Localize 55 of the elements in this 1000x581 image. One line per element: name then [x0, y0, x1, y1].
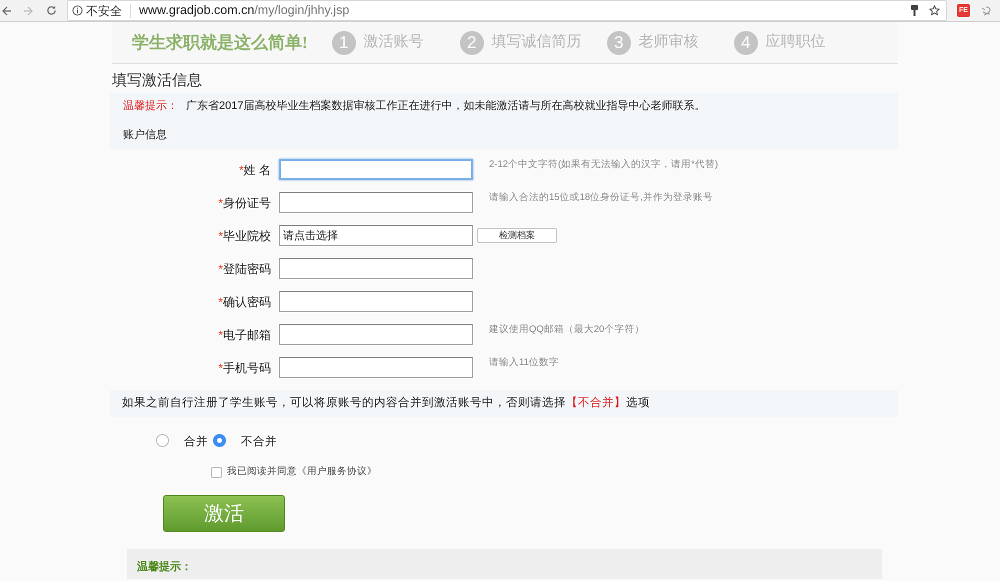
radio-button[interactable]	[156, 434, 169, 446]
field-hint: 请输入合法的15位或18位身份证号,并作为登录账号	[489, 191, 713, 206]
input-field[interactable]	[279, 324, 473, 345]
notice-label: 温馨提示：	[123, 99, 178, 114]
required-mark: *	[218, 228, 223, 244]
reload-icon[interactable]	[46, 5, 57, 16]
step-number: 1	[332, 30, 356, 54]
field-hint: 请输入11位数字	[489, 356, 559, 370]
field-label: 毕业院校	[223, 228, 271, 244]
merge-note: 如果之前自行注册了学生账号，可以将原账号的内容合并到激活账号中，否则请选择【不合并】选项	[122, 395, 650, 411]
step-label: 激活账号	[364, 32, 424, 52]
field-label: 手机号码	[223, 360, 271, 376]
field-hint: 2-12个中文字符(如果有无法输入的汉字，请用*代替)	[489, 158, 718, 172]
radio-label: 合并	[184, 434, 208, 450]
check-archive-button[interactable]: 检测档案	[477, 228, 557, 243]
bottom-notice-label: 温馨提示：	[137, 561, 192, 573]
step-number: 4	[734, 30, 758, 54]
step-label: 应聘职位	[766, 32, 826, 52]
url-text: www.gradjob.com.cn/my/login/jhhy.jsp	[139, 2, 350, 20]
step-label: 老师审核	[638, 32, 699, 52]
radio-label: 不合并	[241, 434, 277, 450]
slogan: 学生求职就是这么简单!	[132, 32, 308, 54]
extension-icon[interactable]	[980, 4, 992, 16]
page-title: 填写激活信息	[112, 72, 203, 90]
section-title: 账户信息	[123, 128, 168, 143]
field-label: 姓 名	[244, 162, 271, 178]
agreement-label: 我已阅读并同意《用户服务协议》	[227, 464, 377, 479]
step-number: 2	[460, 30, 484, 54]
input-field[interactable]	[279, 291, 473, 312]
field-label: 登陆密码	[223, 260, 271, 278]
field-hint: 建议使用QQ邮箱（最大20个字符）	[489, 323, 644, 338]
input-field[interactable]	[279, 159, 473, 180]
required-mark: *	[218, 326, 223, 344]
field-label: 身份证号	[223, 194, 271, 212]
required-mark: *	[238, 162, 244, 178]
info-icon[interactable]	[72, 5, 83, 16]
input-field[interactable]	[279, 258, 473, 279]
address-bar[interactable]: 不安全 www.gradjob.com.cn/my/login/jhhy.jsp	[67, 0, 947, 21]
radio-button[interactable]	[213, 434, 226, 446]
required-mark: *	[218, 194, 223, 212]
security-label: 不安全	[86, 2, 122, 20]
step-label: 填写诚信简历	[492, 32, 582, 52]
notice-text: 广东省2017届高校毕业生档案数据审核工作正在进行中，如未能激活请与所在高校就业指导中心老师联系。	[186, 98, 706, 114]
input-field[interactable]	[279, 357, 473, 378]
agreement-checkbox[interactable]	[211, 466, 222, 478]
step-number: 3	[606, 30, 631, 54]
star-icon[interactable]	[929, 5, 940, 16]
required-mark: *	[218, 360, 223, 376]
input-field[interactable]: 请点击选择	[279, 225, 473, 246]
required-mark: *	[218, 294, 223, 310]
back-icon[interactable]	[2, 6, 12, 16]
required-mark: *	[218, 260, 223, 278]
field-label: 电子邮箱	[223, 326, 271, 344]
input-field[interactable]	[279, 192, 473, 213]
field-label: 确认密码	[223, 294, 271, 310]
